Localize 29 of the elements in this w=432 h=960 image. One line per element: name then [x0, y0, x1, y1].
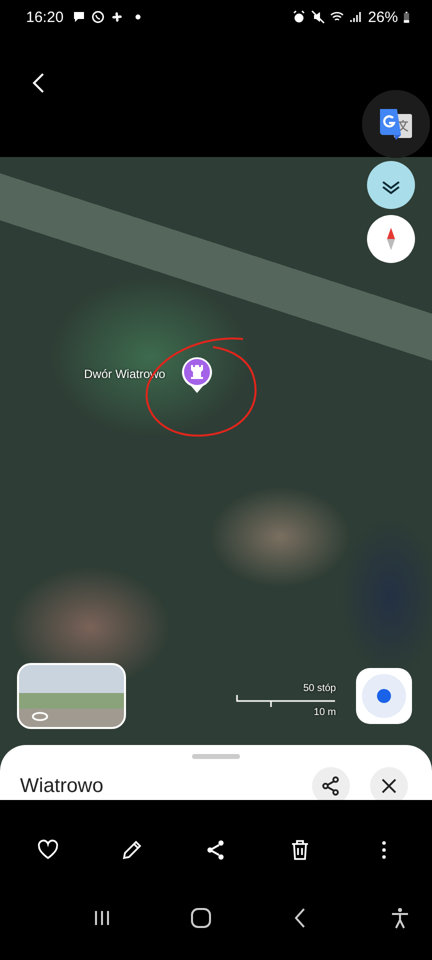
scale-bar-icon [236, 695, 336, 707]
home-icon [189, 906, 214, 930]
alarm-icon [292, 10, 306, 24]
place-title: Wiatrowo [20, 774, 104, 798]
heart-icon [36, 838, 60, 862]
pinwheel-icon [110, 10, 124, 24]
pencil-icon [120, 838, 144, 862]
signal-icon [348, 10, 363, 24]
mute-icon [310, 10, 325, 24]
battery-percent: 26% [368, 8, 398, 26]
my-location-button[interactable] [356, 668, 412, 724]
street-view-thumbnail[interactable] [17, 663, 126, 729]
message-icon [72, 10, 86, 24]
more-vertical-icon [382, 841, 386, 859]
layers-button[interactable] [367, 161, 415, 209]
location-dot-icon [360, 672, 408, 720]
close-button[interactable] [370, 767, 408, 800]
scale-imperial: 50 stóp [303, 683, 336, 695]
share-icon [320, 775, 342, 797]
share-button[interactable] [312, 767, 350, 800]
battery-icon [403, 10, 410, 24]
rotate-360-icon [31, 711, 49, 722]
castle-pin-icon[interactable] [181, 356, 213, 394]
status-time: 16:20 [26, 8, 64, 26]
drag-handle[interactable] [192, 754, 240, 759]
notification-dot-icon [134, 14, 141, 20]
compass-button[interactable] [367, 215, 415, 263]
whatsapp-icon [90, 10, 105, 24]
scale-metric: 10 m [314, 707, 336, 719]
